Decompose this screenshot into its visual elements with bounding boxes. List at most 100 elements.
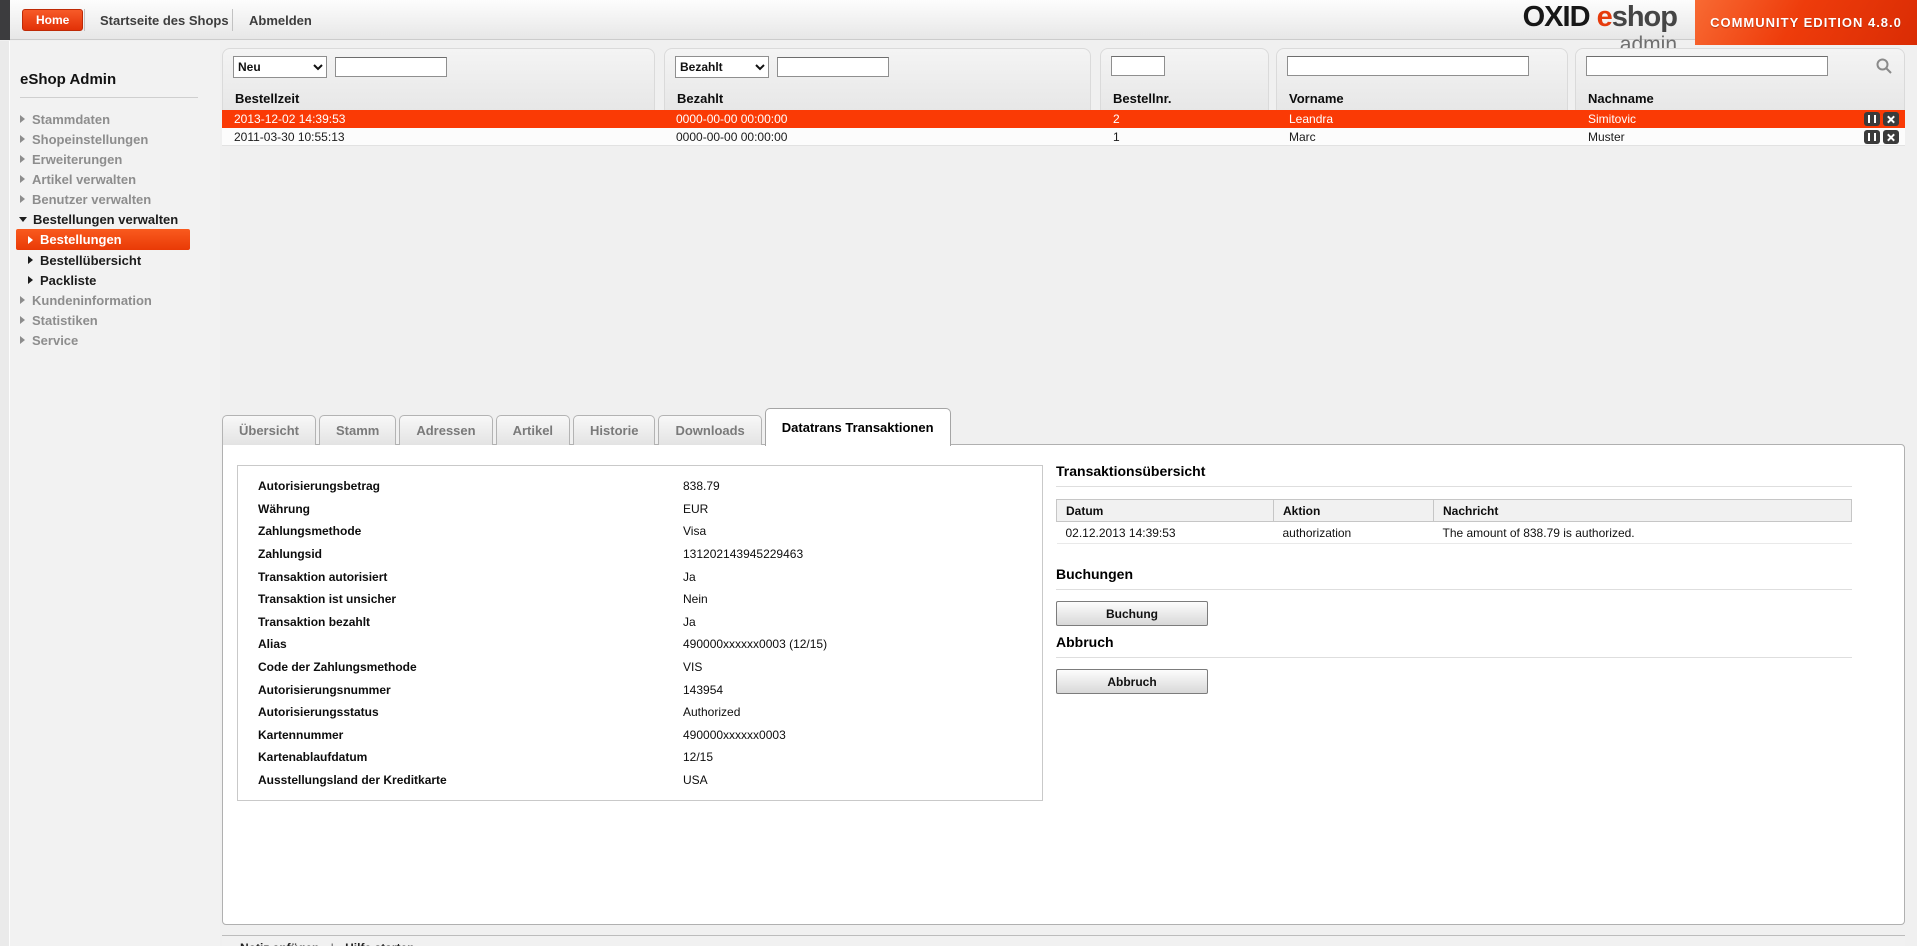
detail-value: 490000xxxxxx0003 (683, 728, 786, 742)
add-note-link[interactable]: Notiz anfügen (240, 941, 319, 946)
sidebar-item-erweiterungen[interactable]: Erweiterungen (0, 149, 220, 169)
tab-datatrans-transaktionen[interactable]: Datatrans Transaktionen (765, 408, 951, 446)
sidebar-item-label: Shopeinstellungen (32, 132, 148, 147)
detail-value: USA (683, 773, 708, 787)
sidebar-item-bestellungen-verwalten[interactable]: Bestellungen verwalten (0, 209, 220, 229)
detail-label: Autorisierungsnummer (238, 683, 683, 697)
order-cell-bezahlt: 0000-00-00 00:00:00 (676, 128, 787, 146)
search-icon[interactable] (1874, 57, 1894, 77)
footer-bar: Notiz anfügen | Hilfe starten (222, 935, 1905, 946)
tab-stamm[interactable]: Stamm (319, 415, 396, 445)
detail-row: AutorisierungsstatusAuthorized (238, 701, 1042, 724)
order-cell-bestellzeit: 2011-03-30 10:55:13 (234, 128, 345, 146)
sidebar-item-bestelluebersicht[interactable]: Bestellübersicht (0, 250, 220, 270)
column-header-aktion: Aktion (1274, 500, 1434, 522)
vorname-filter-input[interactable] (1287, 56, 1529, 76)
detail-label: Ausstellungsland der Kreditkarte (238, 773, 683, 787)
detail-row: Transaktion autorisiertJa (238, 565, 1042, 588)
filter-panel-bestellnr: Bestellnr. (1100, 48, 1269, 110)
sidebar-item-packliste[interactable]: Packliste (0, 270, 220, 290)
cancel-order-icon[interactable] (1883, 112, 1899, 126)
column-header-nachname[interactable]: Nachname (1588, 91, 1654, 106)
paid-status-select[interactable]: Bezahlt (675, 56, 769, 78)
order-cell-nachname: Muster (1588, 128, 1625, 146)
chevron-right-icon (28, 256, 33, 264)
detail-row: Code der ZahlungsmethodeVIS (238, 656, 1042, 679)
column-header-vorname[interactable]: Vorname (1289, 91, 1344, 106)
column-header-bezahlt[interactable]: Bezahlt (677, 91, 723, 106)
tab-downloads[interactable]: Downloads (658, 415, 761, 445)
logo-text-e: e (1597, 1, 1612, 33)
tab-adressen[interactable]: Adressen (399, 415, 492, 445)
nachname-filter-input[interactable] (1586, 56, 1828, 76)
sidebar-item-bestellungen[interactable]: Bestellungen (16, 229, 190, 250)
order-row-selected[interactable]: 2013-12-02 14:39:53 0000-00-00 00:00:00 … (222, 110, 1905, 128)
section-divider (1056, 657, 1852, 658)
chevron-right-icon (20, 195, 25, 203)
detail-value: VIS (683, 660, 702, 674)
booking-button[interactable]: Buchung (1056, 601, 1208, 626)
sidebar-item-label: Statistiken (32, 313, 98, 328)
tab-artikel[interactable]: Artikel (496, 415, 570, 445)
topbar: Home Startseite des Shops Abmelden OXID … (0, 0, 1917, 40)
pause-glyph (1868, 133, 1876, 141)
bestellzeit-filter-input[interactable] (335, 57, 447, 77)
detail-value: 12/15 (683, 750, 713, 764)
sidebar-item-kundeninformation[interactable]: Kundeninformation (0, 290, 220, 310)
detail-label: Transaktion autorisiert (238, 570, 683, 584)
detail-value: Authorized (683, 705, 740, 719)
detail-row: ZahlungsmethodeVisa (238, 520, 1042, 543)
sidebar-item-shopeinstellungen[interactable]: Shopeinstellungen (0, 129, 220, 149)
sidebar-item-label: Erweiterungen (32, 152, 122, 167)
tab-historie[interactable]: Historie (573, 415, 655, 445)
detail-row: WährungEUR (238, 498, 1042, 521)
close-glyph (1887, 133, 1896, 142)
transaction-details-table: Autorisierungsbetrag838.79 WährungEUR Za… (237, 465, 1043, 801)
start-help-link[interactable]: Hilfe starten (345, 941, 414, 946)
bookings-section: Buchungen Buchung (1056, 566, 1852, 626)
abort-section: Abbruch Abbruch (1056, 634, 1852, 694)
transaction-overview-title: Transaktionsübersicht (1056, 463, 1852, 479)
detail-label: Alias (238, 637, 683, 651)
cell-datum: 02.12.2013 14:39:53 (1057, 522, 1274, 544)
sidebar-item-statistiken[interactable]: Statistiken (0, 310, 220, 330)
tab-uebersicht[interactable]: Übersicht (222, 415, 316, 445)
detail-row: Kartenablaufdatum12/15 (238, 746, 1042, 769)
sidebar-item-label: Artikel verwalten (32, 172, 136, 187)
detail-label: Transaktion ist unsicher (238, 592, 683, 606)
column-header-bestellnr[interactable]: Bestellnr. (1113, 91, 1172, 106)
order-cell-bestellzeit: 2013-12-02 14:39:53 (234, 110, 345, 128)
detail-label: Zahlungsid (238, 547, 683, 561)
order-status-select[interactable]: Neu (233, 56, 327, 78)
section-divider (1056, 589, 1852, 590)
detail-row: Autorisierungsnummer143954 (238, 678, 1042, 701)
order-cell-bestellnr: 2 (1113, 110, 1120, 128)
order-row[interactable]: 2011-03-30 10:55:13 0000-00-00 00:00:00 … (222, 128, 1905, 146)
home-button[interactable]: Home (22, 9, 83, 31)
detail-row: Zahlungsid131202143945229463 (238, 543, 1042, 566)
detail-tabs: Übersicht Stamm Adressen Artikel Histori… (222, 406, 954, 445)
cancel-order-icon[interactable] (1883, 130, 1899, 144)
shop-start-link[interactable]: Startseite des Shops (100, 13, 229, 28)
pause-order-icon[interactable] (1864, 112, 1880, 126)
detail-value: 131202143945229463 (683, 547, 803, 561)
abort-button[interactable]: Abbruch (1056, 669, 1208, 694)
order-cell-vorname: Marc (1289, 128, 1316, 146)
detail-label: Kartennummer (238, 728, 683, 742)
detail-label: Kartenablaufdatum (238, 750, 683, 764)
bezahlt-filter-input[interactable] (777, 57, 889, 77)
detail-value: Visa (683, 524, 706, 538)
order-cell-vorname: Leandra (1289, 110, 1333, 128)
chevron-right-icon (20, 155, 25, 163)
sidebar-item-artikel-verwalten[interactable]: Artikel verwalten (0, 169, 220, 189)
column-header-bestellzeit[interactable]: Bestellzeit (235, 91, 299, 106)
bestellnr-filter-input[interactable] (1111, 56, 1165, 76)
sidebar-item-stammdaten[interactable]: Stammdaten (0, 109, 220, 129)
chevron-right-icon (20, 316, 25, 324)
chevron-right-icon (28, 276, 33, 284)
sidebar-item-service[interactable]: Service (0, 330, 220, 350)
detail-label: Währung (238, 502, 683, 516)
pause-order-icon[interactable] (1864, 130, 1880, 144)
sidebar-item-benutzer-verwalten[interactable]: Benutzer verwalten (0, 189, 220, 209)
logout-link[interactable]: Abmelden (249, 13, 312, 28)
